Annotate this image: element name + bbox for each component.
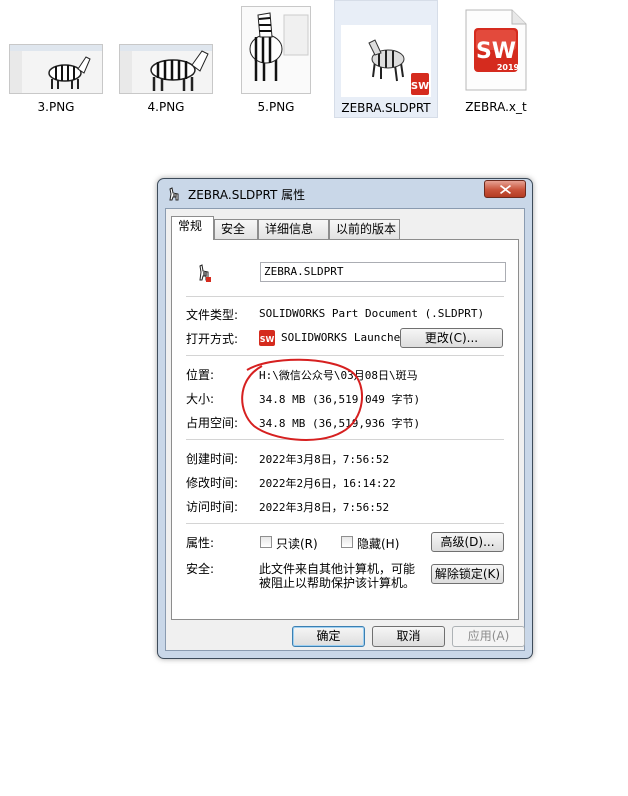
zebra-file-icon bbox=[196, 264, 212, 282]
created-label: 创建时间: bbox=[186, 452, 239, 466]
file-name-label: 5.PNG bbox=[257, 100, 295, 114]
ok-button[interactable]: 确定 bbox=[292, 626, 365, 647]
solidworks-logo-text: SW bbox=[476, 39, 516, 64]
file-name-label: ZEBRA.SLDPRT bbox=[341, 101, 431, 115]
size-value: 34.8 MB (36,519,049 字节) bbox=[259, 393, 421, 406]
file-item-5png[interactable]: 5.PNG bbox=[224, 0, 328, 118]
file-item-zebra-sldprt[interactable]: SW ZEBRA.SLDPRT bbox=[334, 0, 438, 118]
opens-with-label: 打开方式: bbox=[186, 332, 239, 346]
modified-value: 2022年2月6日，16:14:22 bbox=[259, 477, 396, 490]
accessed-label: 访问时间: bbox=[186, 500, 239, 514]
created-value: 2022年3月8日，7:56:52 bbox=[259, 453, 390, 466]
security-text-line2: 被阻止以帮助保护该计算机。 bbox=[259, 576, 416, 590]
advanced-button[interactable]: 高级(D)... bbox=[431, 532, 504, 552]
zebra-screenshot-thumbnail-icon bbox=[119, 44, 213, 94]
file-name-label: ZEBRA.x_t bbox=[465, 100, 527, 114]
security-label: 安全: bbox=[186, 562, 215, 576]
filename-field[interactable]: ZEBRA.SLDPRT bbox=[260, 262, 506, 282]
hidden-label[interactable]: 隐藏(H) bbox=[357, 535, 399, 552]
close-button[interactable] bbox=[484, 180, 526, 198]
cancel-button[interactable]: 取消 bbox=[372, 626, 445, 647]
tab-security[interactable]: 安全 bbox=[214, 219, 258, 239]
apply-button[interactable]: 应用(A) bbox=[452, 626, 525, 647]
size-on-disk-label: 占用空间: bbox=[186, 416, 239, 430]
separator bbox=[186, 439, 504, 440]
properties-dialog: ZEBRA.SLDPRT 属性 常规 安全 详细信息 以前的版本 ZEBRA.S… bbox=[157, 178, 533, 659]
close-icon bbox=[500, 185, 511, 194]
tab-previous-versions[interactable]: 以前的版本 bbox=[329, 219, 400, 239]
file-item-zebra-xt[interactable]: SW 2019 ZEBRA.x_t bbox=[444, 0, 548, 118]
readonly-label[interactable]: 只读(R) bbox=[276, 535, 318, 552]
file-type-label: 文件类型: bbox=[186, 308, 239, 322]
file-name-label: 3.PNG bbox=[37, 100, 75, 114]
tab-details[interactable]: 详细信息 bbox=[258, 219, 329, 239]
zebra-part-thumbnail-icon: SW bbox=[341, 25, 431, 97]
tab-general[interactable]: 常规 bbox=[171, 216, 214, 240]
hidden-checkbox[interactable] bbox=[341, 536, 353, 548]
solidworks-file-icon: SW 2019 bbox=[464, 8, 528, 92]
separator bbox=[186, 523, 504, 524]
zebra-icon bbox=[166, 186, 182, 202]
location-value: H:\微信公众号\03月08日\斑马 bbox=[259, 369, 418, 382]
general-tab-panel: ZEBRA.SLDPRT 文件类型: SOLIDWORKS Part Docum… bbox=[171, 239, 519, 620]
svg-text:SW: SW bbox=[260, 335, 275, 344]
zebra-screenshot-thumbnail-icon bbox=[9, 44, 103, 94]
solidworks-badge: SW bbox=[411, 81, 429, 92]
size-on-disk-value: 34.8 MB (36,519,936 字节) bbox=[259, 417, 421, 430]
solidworks-launcher-icon: SW bbox=[259, 330, 275, 346]
file-type-value: SOLIDWORKS Part Document (.SLDPRT) bbox=[259, 307, 485, 320]
dialog-titlebar[interactable]: ZEBRA.SLDPRT 属性 bbox=[158, 179, 532, 207]
separator bbox=[186, 296, 504, 297]
location-label: 位置: bbox=[186, 368, 215, 382]
change-button[interactable]: 更改(C)... bbox=[400, 328, 503, 348]
modified-label: 修改时间: bbox=[186, 476, 239, 490]
separator bbox=[186, 355, 504, 356]
opens-with-value: SOLIDWORKS Launcher bbox=[281, 331, 407, 344]
unblock-button[interactable]: 解除锁定(K) bbox=[431, 564, 504, 584]
attributes-label: 属性: bbox=[186, 536, 215, 550]
file-item-4png[interactable]: 4.PNG bbox=[114, 0, 218, 118]
dialog-client-area: 常规 安全 详细信息 以前的版本 ZEBRA.SLDPRT 文件类型: SOLI… bbox=[165, 208, 525, 651]
size-label: 大小: bbox=[186, 392, 215, 406]
dialog-title: ZEBRA.SLDPRT 属性 bbox=[188, 188, 306, 202]
accessed-value: 2022年3月8日，7:56:52 bbox=[259, 501, 390, 514]
zebra-screenshot-thumbnail-icon bbox=[241, 6, 311, 94]
readonly-checkbox[interactable] bbox=[260, 536, 272, 548]
solidworks-year-text: 2019 bbox=[497, 63, 520, 72]
file-item-3png[interactable]: 3.PNG bbox=[4, 0, 108, 118]
file-name-label: 4.PNG bbox=[147, 100, 185, 114]
